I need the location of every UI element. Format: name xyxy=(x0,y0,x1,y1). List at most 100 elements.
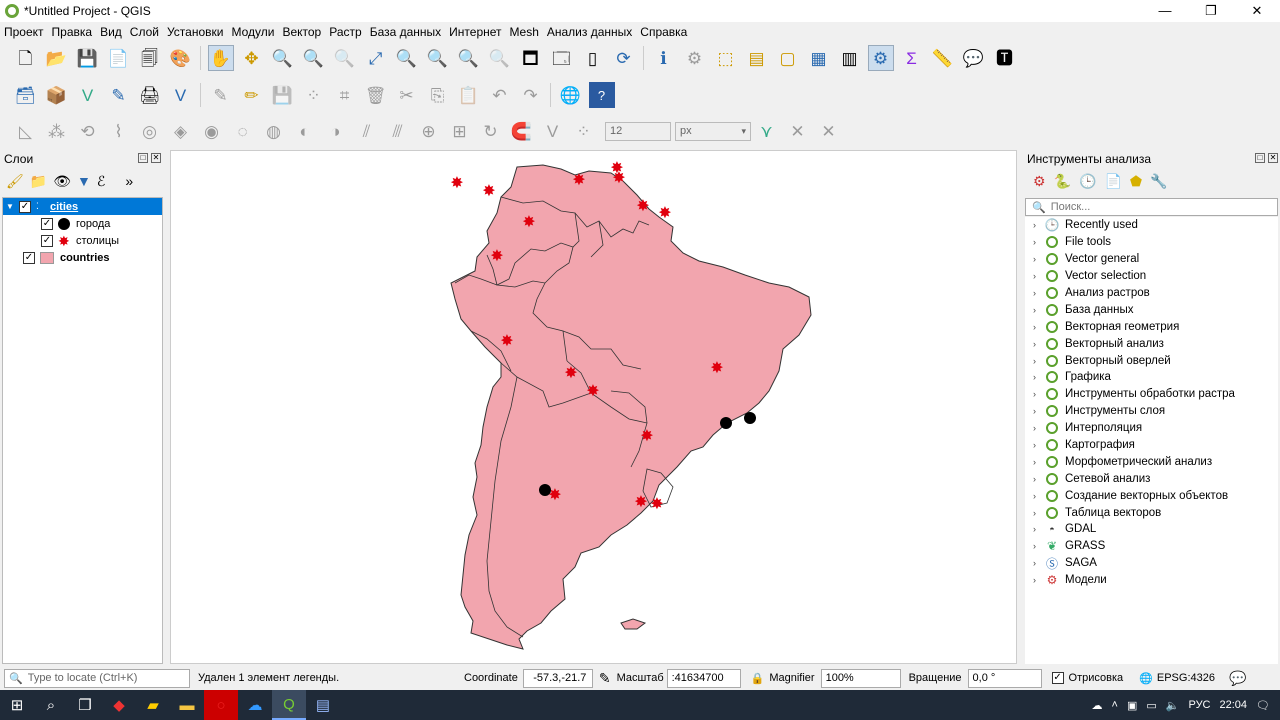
add-group-icon[interactable]: 📁 xyxy=(30,173,47,190)
cloud-icon[interactable]: ☁ xyxy=(1092,699,1103,712)
zoom-layer-icon[interactable]: 🔍 xyxy=(425,45,451,71)
new-shapefile-icon[interactable]: V xyxy=(75,82,101,108)
menu-settings[interactable]: Установки xyxy=(163,25,227,39)
filter-legend-icon[interactable]: ▼ xyxy=(77,173,91,189)
lock-scale-icon[interactable]: 🔒 xyxy=(751,672,765,685)
new-map-view-icon[interactable]: 🗔 xyxy=(549,45,575,71)
simplify-icon[interactable]: ⌇ xyxy=(106,118,132,144)
menu-help[interactable]: Справка xyxy=(636,25,691,39)
statistics-icon[interactable]: Σ xyxy=(899,45,925,71)
minimize-button[interactable]: — xyxy=(1142,0,1188,22)
provider-item[interactable]: › Картография xyxy=(1025,437,1278,454)
zoom-full-icon[interactable]: ⤢ xyxy=(363,45,389,71)
pan-to-selection-icon[interactable]: ✥ xyxy=(239,45,265,71)
toggle-extents-icon[interactable]: ✎ xyxy=(599,670,611,687)
results-viewer-icon[interactable]: 📄 xyxy=(1104,173,1121,190)
map-svg[interactable]: ✸ ✸ ✸ ✸ ✸ ✸ ✸ ✸ ✸ ✸ ✸ ✸ ✸ ✸ ✸ ✸ ✸ xyxy=(171,151,1018,665)
refresh-icon[interactable]: ⟳ xyxy=(611,45,637,71)
reshape-icon[interactable]: ◐ xyxy=(292,118,318,144)
expand-arrow-icon[interactable]: › xyxy=(1033,220,1045,230)
zoom-rubber-icon[interactable]: 🔍 xyxy=(332,45,358,71)
expand-arrow-icon[interactable]: › xyxy=(1033,406,1045,416)
undo-icon[interactable]: ↶ xyxy=(487,82,513,108)
panel-close-icon[interactable]: ✕ xyxy=(1268,153,1278,163)
provider-item[interactable]: › Векторный анализ xyxy=(1025,335,1278,352)
add-ring-icon[interactable]: ◎ xyxy=(137,118,163,144)
expand-arrow-icon[interactable]: › xyxy=(1033,508,1045,518)
merge-attributes-icon[interactable]: ⊞ xyxy=(447,118,473,144)
qgis-taskbar-icon[interactable]: Q xyxy=(272,690,306,720)
expand-arrow-icon[interactable]: › xyxy=(1033,423,1045,433)
layer-item-cities[interactable]: ▼ ✓ ⁚ cities xyxy=(3,198,162,215)
close-button[interactable]: ✕ xyxy=(1234,0,1280,22)
cut-features-icon[interactable]: ✂ xyxy=(394,82,420,108)
keyboard-language[interactable]: РУС xyxy=(1188,699,1210,711)
magnifier-spinbox[interactable]: 100% xyxy=(820,668,901,688)
copy-features-icon[interactable]: ⎘ xyxy=(425,82,451,108)
delete-ring-icon[interactable]: ◌ xyxy=(230,118,256,144)
render-checkbox[interactable]: ✓ xyxy=(1051,672,1064,684)
menu-mesh[interactable]: Mesh xyxy=(506,25,543,39)
zoom-native-icon[interactable]: 🔍 xyxy=(456,45,482,71)
processing-search-input[interactable]: 🔍 Поиск... xyxy=(1025,198,1278,216)
new-project-icon[interactable]: 🗋 xyxy=(13,45,39,71)
current-edits-icon[interactable]: ✎ xyxy=(208,82,234,108)
snap-vertex-icon[interactable]: V xyxy=(540,118,566,144)
processing-toolbox-icon[interactable]: ⚙ xyxy=(867,45,894,71)
layer-visibility-checkbox[interactable]: ✓ xyxy=(19,200,31,213)
expand-arrow-icon[interactable]: › xyxy=(1033,322,1045,332)
file-explorer-icon[interactable]: ▬ xyxy=(170,690,204,720)
zoom-next-icon[interactable]: 🗖 xyxy=(518,45,544,71)
provider-item[interactable]: › База данных xyxy=(1025,301,1278,318)
data-source-manager-icon[interactable]: 🗃 xyxy=(13,82,39,108)
expand-arrow-icon[interactable]: › xyxy=(1033,541,1045,551)
expand-arrow-icon[interactable]: › xyxy=(1033,237,1045,247)
delete-part-icon[interactable]: ◍ xyxy=(261,118,287,144)
expand-arrow-icon[interactable]: › xyxy=(1033,575,1045,585)
onedrive-icon[interactable]: ☁ xyxy=(238,690,272,720)
menu-raster[interactable]: Растр xyxy=(325,25,365,39)
merge-features-icon[interactable]: ⊕ xyxy=(416,118,442,144)
menu-edit[interactable]: Правка xyxy=(48,25,97,39)
provider-item[interactable]: › Интерполяция xyxy=(1025,420,1278,437)
provider-item[interactable]: › Ⓢ SAGA xyxy=(1025,555,1278,572)
save-project-icon[interactable]: 💾 xyxy=(75,45,101,71)
menu-project[interactable]: Проект xyxy=(0,25,48,39)
zoom-out-icon[interactable]: 🔍 xyxy=(301,45,327,71)
expand-arrow-icon[interactable]: › xyxy=(1033,271,1045,281)
redo-icon[interactable]: ↷ xyxy=(518,82,544,108)
provider-item[interactable]: › Графика xyxy=(1025,369,1278,386)
legend-checkbox[interactable]: ✓ xyxy=(41,217,53,230)
network-icon[interactable]: ▭ xyxy=(1146,699,1156,712)
delete-selected-icon[interactable]: 🗑 xyxy=(363,82,389,108)
layer-visibility-checkbox[interactable]: ✓ xyxy=(23,251,35,264)
zoom-selection-icon[interactable]: 🔍 xyxy=(394,45,420,71)
expand-arrow-icon[interactable]: › xyxy=(1033,457,1045,467)
maximize-button[interactable]: ❐ xyxy=(1188,0,1234,22)
new-virtual-layer-icon[interactable]: 🖨 xyxy=(137,82,163,108)
snap-tolerance-input[interactable]: 12 xyxy=(605,121,671,141)
menu-layer[interactable]: Слой xyxy=(126,25,163,39)
legend-checkbox[interactable]: ✓ xyxy=(41,234,53,247)
map-canvas[interactable]: ✸ ✸ ✸ ✸ ✸ ✸ ✸ ✸ ✸ ✸ ✸ ✸ ✸ ✸ ✸ ✸ ✸ xyxy=(170,150,1017,664)
zoom-last-icon[interactable]: 🔍 xyxy=(487,45,513,71)
scale-select[interactable]: :41634700 xyxy=(666,668,741,688)
expand-arrow-icon[interactable]: › xyxy=(1033,305,1045,315)
locator-input[interactable]: 🔍 Type to locate (Ctrl+K) xyxy=(4,668,190,688)
attribute-table-icon[interactable]: ▦ xyxy=(806,45,832,71)
pan-map-icon[interactable]: ✋ xyxy=(207,45,234,71)
provider-item[interactable]: › Векторная геометрия xyxy=(1025,318,1278,335)
snap-unit-select[interactable]: px xyxy=(675,121,751,141)
split-features-icon[interactable]: ⫽ xyxy=(354,118,380,144)
legend-item-cities[interactable]: ✓ города xyxy=(3,215,162,232)
provider-item[interactable]: › File tools xyxy=(1025,234,1278,251)
messages-icon[interactable]: 💬 xyxy=(1229,670,1246,687)
tracing-icon[interactable]: ⋎ xyxy=(754,118,780,144)
menu-vector[interactable]: Вектор xyxy=(278,25,325,39)
windows-start-icon[interactable]: ⊞ xyxy=(0,690,34,720)
layer-item-countries[interactable]: ✓ countries xyxy=(3,249,162,266)
notifications-icon[interactable]: 🗨 xyxy=(1256,699,1270,712)
provider-item[interactable]: › Анализ растров xyxy=(1025,285,1278,302)
snapping-icon[interactable]: 🧲 xyxy=(509,118,535,144)
search-icon[interactable]: ⌕ xyxy=(34,690,68,720)
